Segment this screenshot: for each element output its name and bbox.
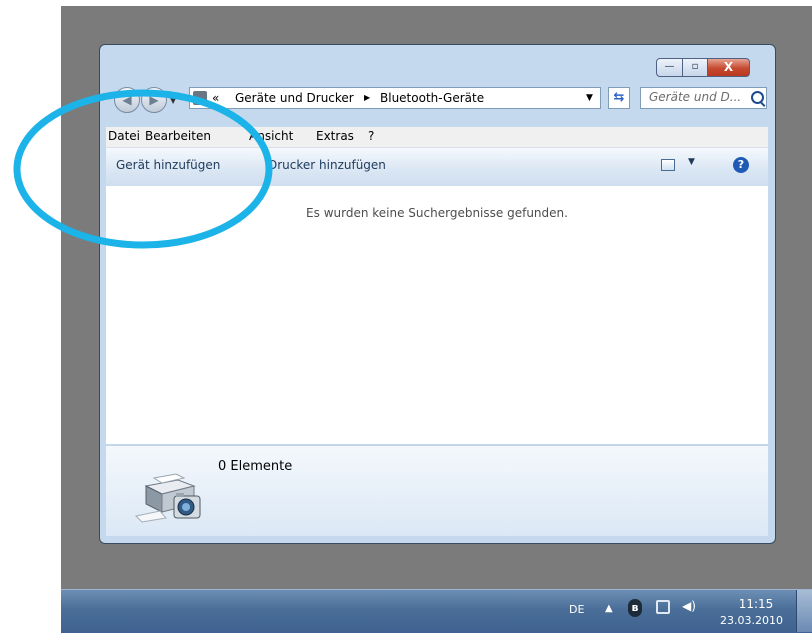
network-icon[interactable] xyxy=(656,600,670,614)
search-box[interactable]: Geräte und D... xyxy=(640,87,767,109)
details-pane: 0 Elemente xyxy=(106,445,768,536)
bluetooth-icon[interactable]: ʙ xyxy=(628,599,642,617)
show-desktop-button[interactable] xyxy=(796,590,812,632)
help-icon[interactable]: ? xyxy=(733,157,749,173)
close-button[interactable]: X xyxy=(707,58,750,77)
change-view-icon[interactable] xyxy=(661,159,675,171)
clock-date[interactable]: 23.03.2010 xyxy=(720,614,783,627)
refresh-button[interactable]: ⇆ xyxy=(608,87,630,109)
breadcrumb-bluetooth-devices[interactable]: Bluetooth-Geräte xyxy=(380,88,484,108)
language-indicator[interactable]: DE xyxy=(569,603,584,616)
search-input[interactable]: Geräte und D... xyxy=(649,90,741,104)
tray-expand-icon[interactable]: ▲ xyxy=(605,603,613,614)
taskbar xyxy=(61,589,812,633)
address-dropdown-icon[interactable]: ▼ xyxy=(586,88,593,108)
printer-camera-icon xyxy=(134,473,201,523)
search-icon[interactable] xyxy=(751,91,764,104)
annotation-circle xyxy=(13,89,273,249)
menu-extras[interactable]: Extras xyxy=(316,129,354,143)
volume-icon[interactable]: ◀) xyxy=(682,599,696,613)
maximize-button[interactable]: ▫ xyxy=(682,58,708,77)
item-count: 0 Elemente xyxy=(218,459,293,474)
menu-help[interactable]: ? xyxy=(368,129,374,143)
clock-time[interactable]: 11:15 xyxy=(733,597,779,611)
view-options-dropdown-icon[interactable]: ▼ xyxy=(688,157,695,167)
minimize-button[interactable]: — xyxy=(656,58,683,77)
add-printer-button[interactable]: Drucker hinzufügen xyxy=(268,158,386,172)
breadcrumb-arrow-icon[interactable]: ▶ xyxy=(364,88,370,108)
